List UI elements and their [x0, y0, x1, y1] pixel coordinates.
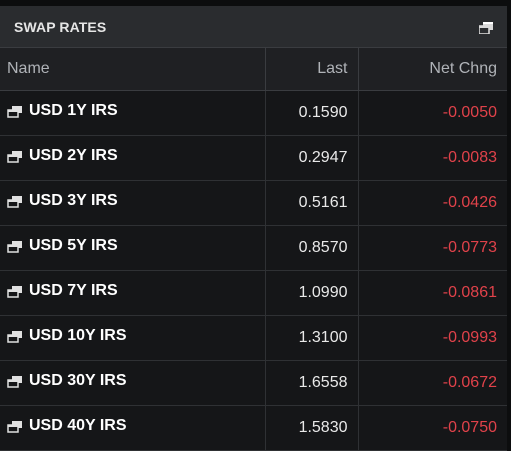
- instrument-name: USD 3Y IRS: [29, 192, 118, 209]
- instrument-link[interactable]: USD 30Y IRS: [7, 372, 127, 390]
- instrument-name: USD 5Y IRS: [29, 237, 118, 254]
- last-value: 0.1590: [265, 90, 359, 136]
- table-row[interactable]: USD 30Y IRS 1.6558 -0.0672: [0, 360, 507, 406]
- net-change-value: -0.0426: [358, 180, 507, 226]
- popout-window-icon[interactable]: [7, 285, 23, 298]
- column-header-net-change[interactable]: Net Chng: [358, 48, 507, 91]
- instrument-link[interactable]: USD 40Y IRS: [7, 417, 127, 435]
- popout-window-icon[interactable]: [7, 375, 23, 388]
- last-value: 0.8570: [265, 225, 359, 271]
- instrument-name-cell[interactable]: USD 5Y IRS: [0, 225, 266, 271]
- table-row[interactable]: USD 1Y IRS 0.1590 -0.0050: [0, 90, 507, 136]
- popout-window-icon[interactable]: [7, 240, 23, 253]
- last-value: 1.5830: [265, 405, 359, 451]
- table-header-row: Name Last Net Chng: [0, 48, 507, 91]
- swap-rates-table: Name Last Net Chng USD 1Y IRS 0.1590 -0.…: [0, 48, 507, 451]
- panel-header: SWAP RATES: [0, 6, 511, 48]
- popout-window-icon[interactable]: [7, 420, 23, 433]
- panel-title: SWAP RATES: [14, 19, 107, 35]
- instrument-name-cell[interactable]: USD 40Y IRS: [0, 405, 266, 451]
- instrument-link[interactable]: USD 1Y IRS: [7, 102, 118, 120]
- popout-window-icon[interactable]: [7, 330, 23, 343]
- instrument-name: USD 10Y IRS: [29, 327, 127, 344]
- swap-rates-widget: SWAP RATES Name Last Net Chng USD 1Y IRS…: [0, 0, 511, 451]
- instrument-name: USD 2Y IRS: [29, 147, 118, 164]
- instrument-name-cell[interactable]: USD 7Y IRS: [0, 270, 266, 316]
- popout-window-icon[interactable]: [478, 21, 493, 35]
- instrument-name-cell[interactable]: USD 3Y IRS: [0, 180, 266, 226]
- column-header-name[interactable]: Name: [0, 48, 266, 91]
- popout-window-icon[interactable]: [7, 105, 23, 118]
- table-row[interactable]: USD 2Y IRS 0.2947 -0.0083: [0, 135, 507, 181]
- net-change-value: -0.0773: [358, 225, 507, 271]
- last-value: 0.5161: [265, 180, 359, 226]
- instrument-name: USD 7Y IRS: [29, 282, 118, 299]
- instrument-name-cell[interactable]: USD 2Y IRS: [0, 135, 266, 181]
- instrument-name-cell[interactable]: USD 30Y IRS: [0, 360, 266, 406]
- instrument-link[interactable]: USD 7Y IRS: [7, 282, 118, 300]
- net-change-value: -0.0083: [358, 135, 507, 181]
- right-edge: [507, 0, 511, 451]
- table-row[interactable]: USD 40Y IRS 1.5830 -0.0750: [0, 405, 507, 451]
- net-change-value: -0.0672: [358, 360, 507, 406]
- table-row[interactable]: USD 5Y IRS 0.8570 -0.0773: [0, 225, 507, 271]
- popout-window-icon[interactable]: [7, 195, 23, 208]
- instrument-link[interactable]: USD 2Y IRS: [7, 147, 118, 165]
- last-value: 0.2947: [265, 135, 359, 181]
- last-value: 1.3100: [265, 315, 359, 361]
- instrument-link[interactable]: USD 3Y IRS: [7, 192, 118, 210]
- instrument-name: USD 1Y IRS: [29, 102, 118, 119]
- instrument-name-cell[interactable]: USD 1Y IRS: [0, 90, 266, 136]
- last-value: 1.6558: [265, 360, 359, 406]
- column-header-last[interactable]: Last: [265, 48, 359, 91]
- table-row[interactable]: USD 7Y IRS 1.0990 -0.0861: [0, 270, 507, 316]
- last-value: 1.0990: [265, 270, 359, 316]
- instrument-name: USD 30Y IRS: [29, 372, 127, 389]
- popout-window-icon[interactable]: [7, 150, 23, 163]
- instrument-name-cell[interactable]: USD 10Y IRS: [0, 315, 266, 361]
- instrument-link[interactable]: USD 10Y IRS: [7, 327, 127, 345]
- table-row[interactable]: USD 3Y IRS 0.5161 -0.0426: [0, 180, 507, 226]
- net-change-value: -0.0050: [358, 90, 507, 136]
- instrument-name: USD 40Y IRS: [29, 417, 127, 434]
- net-change-value: -0.0750: [358, 405, 507, 451]
- table-row[interactable]: USD 10Y IRS 1.3100 -0.0993: [0, 315, 507, 361]
- net-change-value: -0.0861: [358, 270, 507, 316]
- instrument-link[interactable]: USD 5Y IRS: [7, 237, 118, 255]
- net-change-value: -0.0993: [358, 315, 507, 361]
